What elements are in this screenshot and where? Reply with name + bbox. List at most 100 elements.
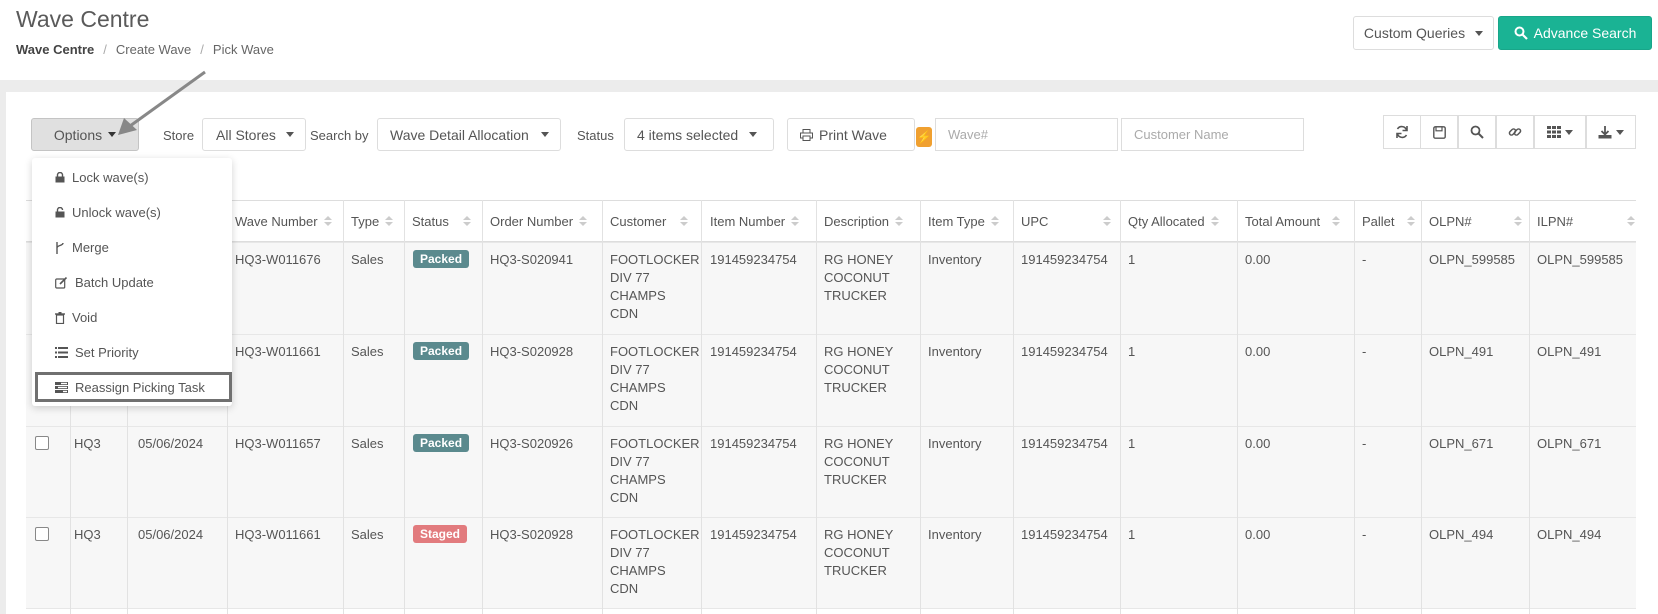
column-header-ilpn[interactable]: ILPN# bbox=[1537, 200, 1637, 242]
column-header-description[interactable]: Description bbox=[824, 200, 924, 242]
olpn-cell: OLPN_494 bbox=[1429, 527, 1494, 542]
description-line: RG HONEY bbox=[824, 527, 894, 542]
menu-item-set-priority[interactable]: Set Priority bbox=[55, 345, 139, 360]
olpn-cell: OLPN_599585 bbox=[1429, 252, 1516, 267]
custom-queries-button[interactable]: Custom Queries bbox=[1353, 16, 1494, 50]
column-header-customer[interactable]: Customer bbox=[610, 200, 700, 242]
search-by-select[interactable]: Wave Detail Allocation bbox=[377, 118, 561, 151]
refresh-button[interactable] bbox=[1383, 115, 1421, 149]
wave-number-cell[interactable]: HQ3-W011676 bbox=[235, 251, 321, 269]
column-divider bbox=[602, 200, 603, 614]
search-by-label: Search by bbox=[310, 128, 369, 143]
order-number-cell[interactable]: HQ3-S020928 bbox=[490, 343, 573, 361]
wave-number-cell[interactable]: HQ3-W011661 bbox=[235, 526, 321, 544]
annotation-arrow bbox=[118, 70, 206, 135]
store-value: All Stores bbox=[216, 126, 276, 143]
wave-number-cell[interactable]: HQ3-W011661 bbox=[235, 343, 321, 361]
column-divider bbox=[1529, 200, 1530, 614]
wave-number-input[interactable]: Wave# bbox=[935, 118, 1118, 151]
ilpn-cell: OLPN_491 bbox=[1537, 344, 1602, 359]
pallet-cell: - bbox=[1362, 344, 1367, 359]
customer-line: FOOTLOCKER bbox=[610, 527, 700, 542]
customer-line: CHAMPS bbox=[610, 380, 666, 395]
export-button[interactable] bbox=[1586, 115, 1636, 149]
column-header-qty-allocated[interactable]: Qty Allocated bbox=[1128, 200, 1238, 242]
menu-item-label: Batch Update bbox=[75, 275, 154, 290]
save-button[interactable] bbox=[1420, 115, 1458, 149]
status-select[interactable]: 4 items selected bbox=[624, 118, 774, 151]
menu-item-merge[interactable]: Merge bbox=[55, 240, 109, 255]
menu-item-batch-update[interactable]: Batch Update bbox=[55, 275, 154, 290]
link-button[interactable] bbox=[1496, 115, 1534, 149]
menu-item-void[interactable]: Void bbox=[55, 310, 97, 325]
menu-item-label: Lock wave(s) bbox=[72, 170, 149, 185]
column-header-upc[interactable]: UPC bbox=[1021, 200, 1121, 242]
column-header-total-amount[interactable]: Total Amount bbox=[1245, 200, 1355, 242]
status-badge: Staged bbox=[413, 525, 468, 543]
column-header-status[interactable]: Status bbox=[412, 200, 482, 242]
store-select[interactable]: All Stores bbox=[202, 118, 306, 151]
total-amount-cell: 0.00 bbox=[1245, 436, 1271, 451]
ilpn-cell: OLPN_671 bbox=[1537, 436, 1602, 451]
search-button[interactable] bbox=[1458, 115, 1496, 149]
column-label: Pallet bbox=[1362, 213, 1395, 229]
description-line: RG HONEY bbox=[824, 344, 894, 359]
item-number-cell: 191459234754 bbox=[710, 252, 797, 267]
column-header-item-type[interactable]: Item Type bbox=[928, 200, 1018, 242]
advance-search-button[interactable]: Advance Search bbox=[1498, 16, 1652, 50]
type-cell: Sales bbox=[351, 252, 384, 267]
customer-name-input[interactable]: Customer Name bbox=[1121, 118, 1304, 151]
wave-number-placeholder: Wave# bbox=[948, 127, 988, 142]
sort-icon bbox=[323, 216, 332, 226]
olpn-cell: OLPN_491 bbox=[1429, 344, 1494, 359]
wave-number-cell[interactable]: HQ3-W011657 bbox=[235, 435, 321, 453]
column-header-olpn[interactable]: OLPN# bbox=[1429, 200, 1529, 242]
bolt-icon[interactable]: ⚡ bbox=[916, 127, 932, 147]
column-divider bbox=[343, 200, 344, 614]
menu-item-label: Merge bbox=[72, 240, 109, 255]
customer-cell: FOOTLOCKER DIV 77 CHAMPS CDN bbox=[610, 435, 700, 507]
customer-line: FOOTLOCKER bbox=[610, 252, 700, 267]
chevron-down-icon bbox=[749, 132, 758, 137]
print-icon bbox=[800, 128, 813, 141]
breadcrumb-create-wave[interactable]: Create Wave bbox=[116, 42, 191, 57]
column-label: Description bbox=[824, 213, 890, 229]
sort-icon bbox=[990, 216, 999, 226]
column-label: Qty Allocated bbox=[1128, 213, 1205, 229]
order-number-cell[interactable]: HQ3-S020941 bbox=[490, 251, 573, 269]
reassign-highlight-box bbox=[35, 372, 232, 402]
column-header-order-number[interactable]: Order Number bbox=[490, 200, 602, 242]
column-header-item-number[interactable]: Item Number bbox=[710, 200, 814, 242]
customer-line: CDN bbox=[610, 581, 639, 596]
qty-allocated-cell: 1 bbox=[1128, 344, 1136, 359]
breadcrumb-pick-wave[interactable]: Pick Wave bbox=[213, 42, 274, 57]
column-label: Wave Number bbox=[235, 213, 318, 229]
breadcrumb-wave-centre[interactable]: Wave Centre bbox=[16, 42, 94, 57]
menu-item-label: Void bbox=[72, 310, 98, 325]
menu-item-lock-waves[interactable]: Lock wave(s) bbox=[55, 170, 149, 185]
columns-button[interactable] bbox=[1534, 115, 1586, 149]
column-header-pallet[interactable]: Pallet bbox=[1362, 200, 1422, 242]
column-divider bbox=[701, 200, 702, 614]
order-number-cell[interactable]: HQ3-S020928 bbox=[490, 526, 573, 544]
sort-icon bbox=[579, 216, 588, 226]
upc-cell: 191459234754 bbox=[1021, 436, 1108, 451]
qty-allocated-cell: 1 bbox=[1128, 252, 1136, 267]
upc-cell: 191459234754 bbox=[1021, 527, 1108, 542]
row-checkbox[interactable] bbox=[35, 527, 49, 541]
column-divider bbox=[816, 200, 817, 614]
customer-line: CDN bbox=[610, 398, 639, 413]
row-checkbox[interactable] bbox=[35, 436, 49, 450]
status-badge: Packed bbox=[413, 434, 470, 452]
print-wave-button[interactable]: Print Wave bbox=[787, 118, 915, 151]
description-line: TRUCKER bbox=[824, 380, 887, 395]
order-number-cell[interactable]: HQ3-S020926 bbox=[490, 435, 573, 453]
page-header: Wave Centre Wave Centre / Create Wave / … bbox=[0, 0, 1658, 80]
description-cell: RG HONEY COCONUT TRUCKER bbox=[824, 526, 893, 580]
column-header-type[interactable]: Type bbox=[351, 200, 401, 242]
menu-item-unlock-waves[interactable]: Unlock wave(s) bbox=[55, 205, 161, 220]
item-number-cell: 191459234754 bbox=[710, 436, 797, 451]
column-header-wave-number[interactable]: Wave Number bbox=[235, 200, 339, 242]
column-divider bbox=[1421, 200, 1422, 614]
description-line: COCONUT bbox=[824, 545, 890, 560]
